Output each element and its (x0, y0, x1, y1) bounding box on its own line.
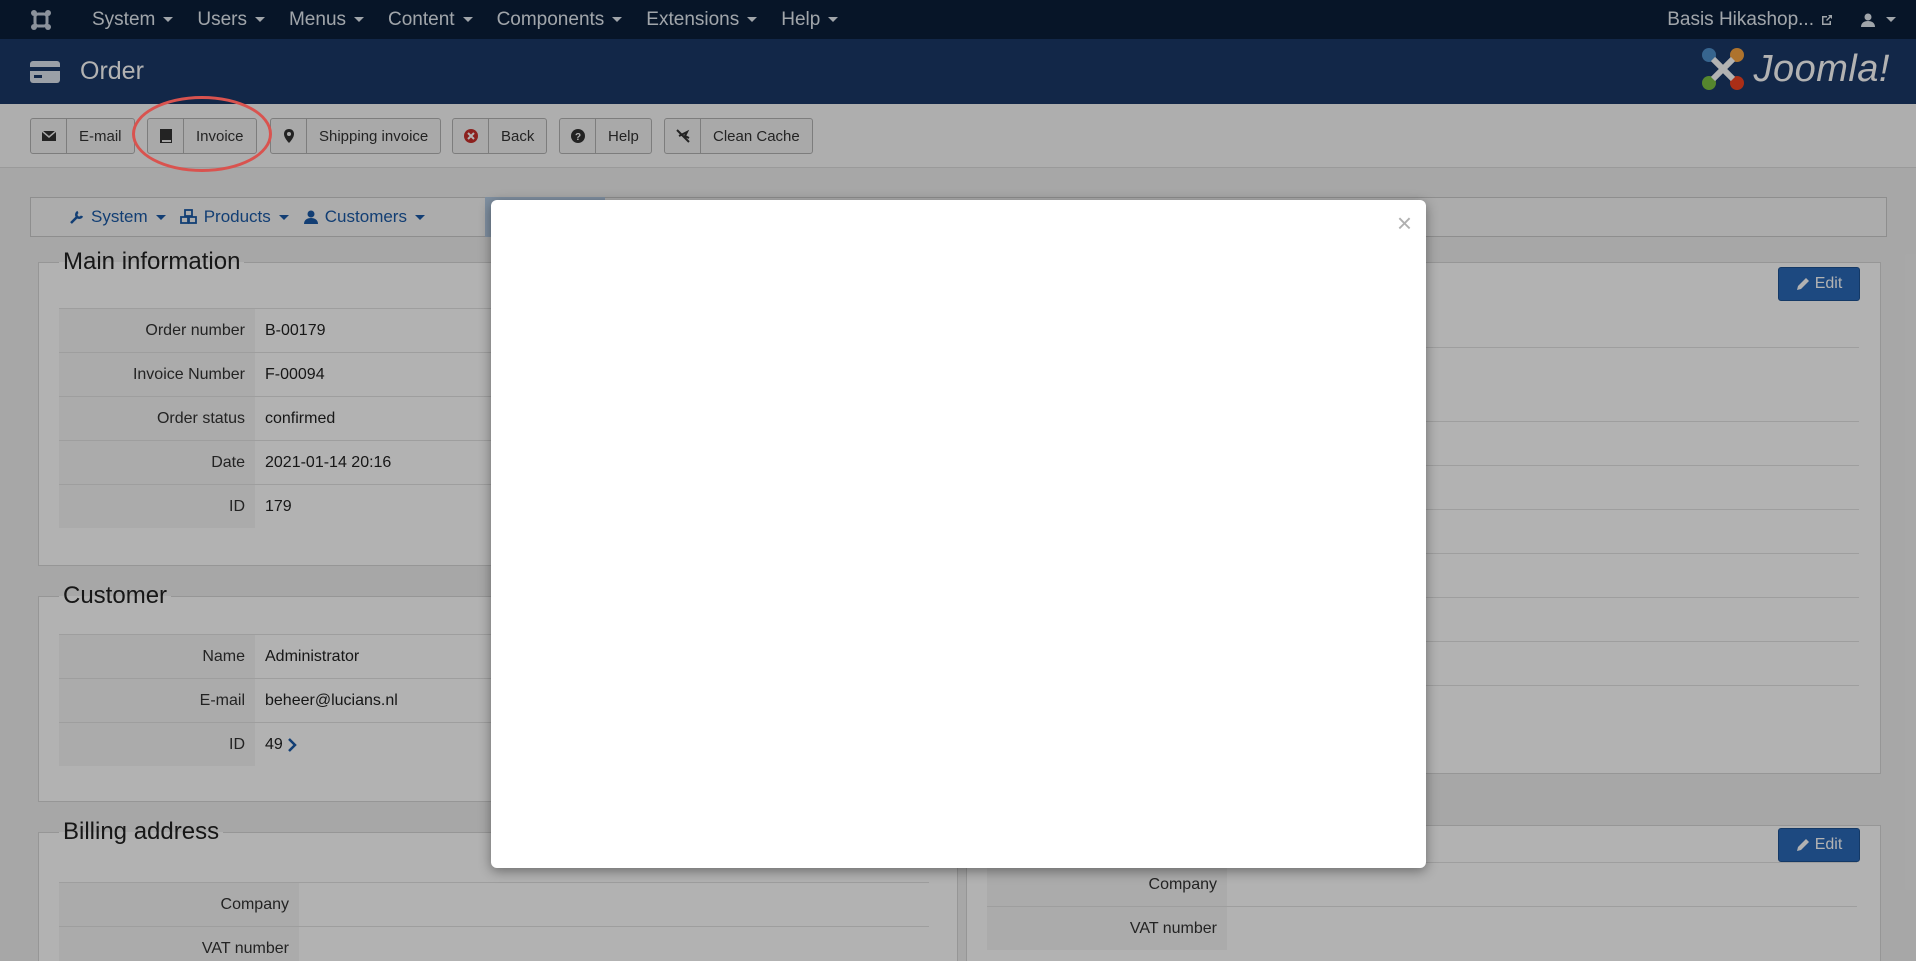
highlight-ring (132, 96, 272, 172)
close-icon[interactable]: × (1397, 208, 1412, 239)
invoice-modal: × (491, 200, 1426, 868)
